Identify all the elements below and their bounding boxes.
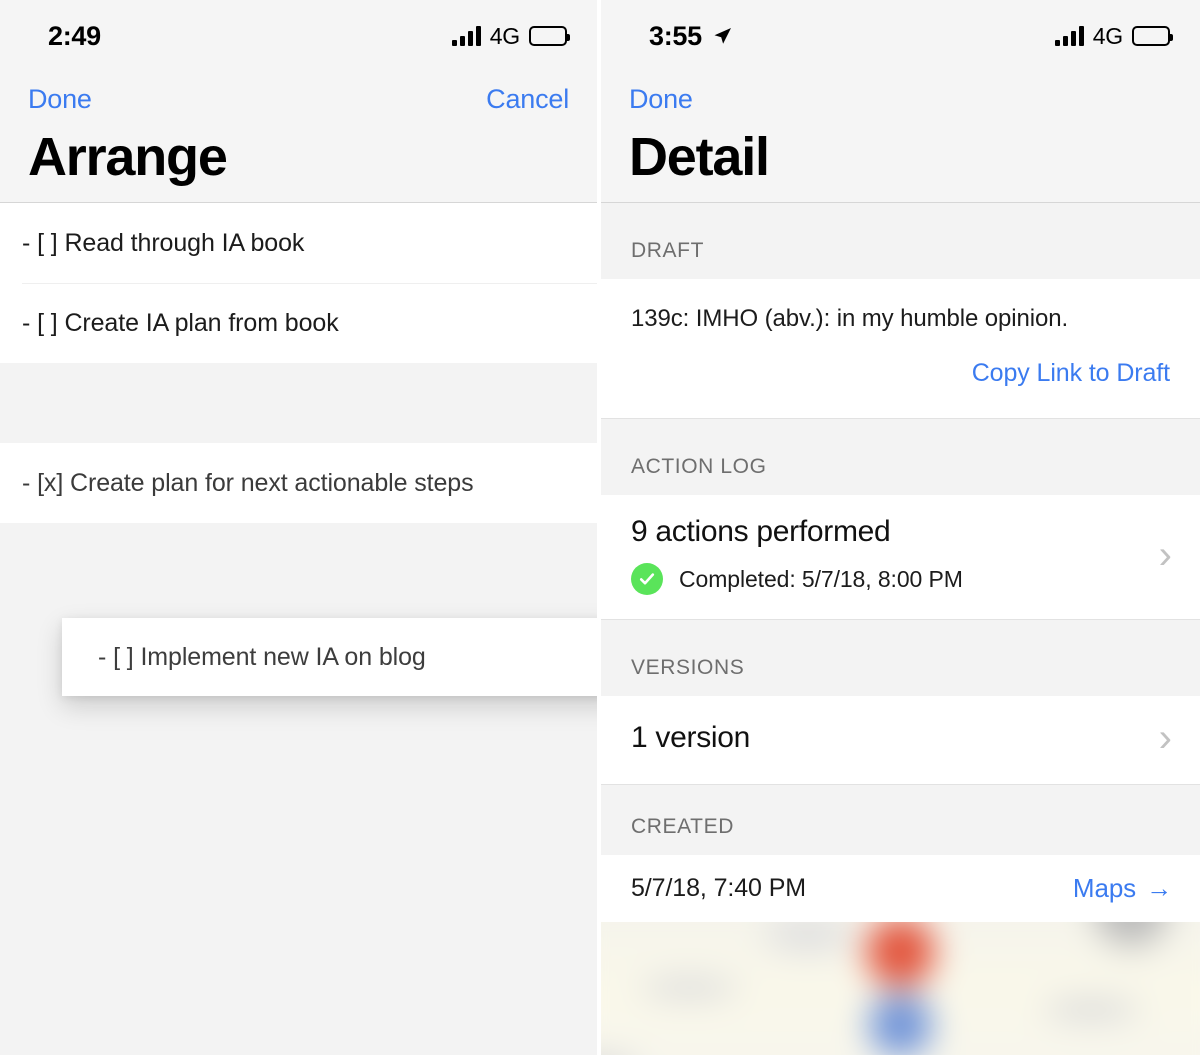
left-phone-screen: 2:49 4G Done Cancel Arrange - [ ] Read t… — [0, 0, 597, 1055]
signal-bars-icon — [1054, 26, 1084, 46]
map-preview[interactable] — [601, 922, 1200, 1055]
action-log-title: 9 actions performed — [631, 515, 891, 549]
list-empty-area — [0, 523, 597, 1040]
list-item[interactable]: - [ ] Create IA plan from book — [0, 283, 597, 364]
left-nav-bar: Done Cancel Arrange — [0, 72, 597, 203]
battery-icon — [529, 26, 570, 46]
done-button[interactable]: Done — [28, 84, 92, 115]
battery-icon — [1132, 26, 1173, 46]
action-log-main: 9 actions performed Completed: 5/7/18, 8… — [631, 515, 963, 596]
done-button[interactable]: Done — [629, 84, 693, 115]
page-title: Arrange — [28, 127, 228, 187]
drag-placeholder-gap — [0, 363, 597, 444]
right-phone-screen: 3:55 4G Done Detail DRAFT 139c: IMHO (ab… — [601, 0, 1200, 1055]
cancel-button[interactable]: Cancel — [486, 84, 569, 115]
chevron-right-icon: › — [1158, 716, 1172, 761]
right-nav-actions: Done — [629, 72, 1172, 126]
left-status-bar: 2:49 4G — [0, 0, 597, 72]
dragged-list-item[interactable]: - [ ] Implement new IA on blog — [62, 618, 597, 697]
map-blurred-image — [601, 922, 1200, 1055]
status-time: 3:55 — [649, 20, 702, 51]
section-header-versions: VERSIONS — [601, 619, 1200, 697]
action-log-row[interactable]: 9 actions performed Completed: 5/7/18, 8… — [601, 495, 1200, 620]
section-header-draft: DRAFT — [601, 203, 1200, 280]
carrier-label: 4G — [1092, 22, 1123, 49]
created-date: 5/7/18, 7:40 PM — [631, 874, 807, 903]
dual-screenshot-container: 2:49 4G Done Cancel Arrange - [ ] Read t… — [0, 0, 1200, 1055]
detail-content: DRAFT 139c: IMHO (abv.): in my humble op… — [601, 203, 1200, 1055]
versions-title: 1 version — [631, 721, 751, 755]
status-time: 2:49 — [48, 20, 101, 51]
right-status-bar: 3:55 4G — [601, 0, 1200, 72]
maps-label: Maps — [1072, 873, 1137, 904]
copy-link-row: Copy Link to Draft — [601, 333, 1200, 419]
right-nav-bar: Done Detail — [601, 72, 1200, 203]
section-header-action-log: ACTION LOG — [601, 418, 1200, 496]
left-nav-actions: Done Cancel — [28, 72, 569, 126]
draft-body-text: 139c: IMHO (abv.): in my humble opinion. — [601, 279, 1200, 334]
versions-row[interactable]: 1 version › — [601, 696, 1200, 785]
maps-button[interactable]: Maps → — [1073, 873, 1172, 904]
section-header-created: CREATED — [601, 784, 1200, 856]
arrow-right-icon: → — [1146, 873, 1172, 904]
list-item[interactable]: - [ ] Read through IA book — [0, 203, 597, 284]
signal-bars-icon — [451, 26, 481, 46]
action-log-status: Completed: 5/7/18, 8:00 PM — [631, 563, 963, 596]
list-item[interactable]: - [x] Create plan for next actionable st… — [0, 443, 597, 524]
right-status-left: 3:55 — [649, 21, 733, 52]
copy-link-to-draft-button[interactable]: Copy Link to Draft — [972, 359, 1170, 388]
arrange-list: - [ ] Read through IA book - [ ] Create … — [0, 203, 597, 1040]
left-status-right: 4G — [451, 22, 570, 50]
created-row: 5/7/18, 7:40 PM Maps → — [601, 855, 1200, 923]
chevron-right-icon: › — [1158, 533, 1172, 578]
action-log-status-text: Completed: 5/7/18, 8:00 PM — [679, 565, 963, 592]
location-arrow-icon — [714, 28, 731, 44]
left-status-left: 2:49 — [48, 21, 101, 52]
page-title: Detail — [629, 127, 770, 187]
check-circle-icon — [631, 563, 663, 596]
right-status-right: 4G — [1054, 22, 1173, 50]
carrier-label: 4G — [489, 22, 520, 49]
